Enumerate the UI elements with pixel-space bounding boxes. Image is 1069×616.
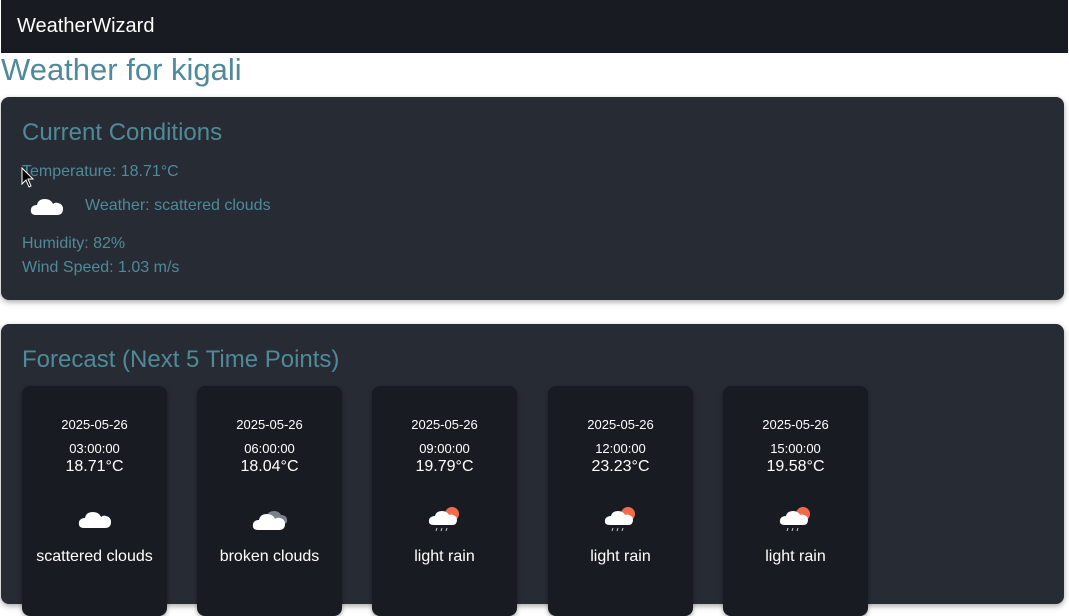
wind-speed-text: Wind Speed: 1.03 m/s (22, 259, 180, 276)
cloud-icon (78, 512, 111, 528)
page-title: Weather for kigali (1, 52, 242, 87)
rain-sun-icon (779, 507, 810, 532)
navbar: WeatherWizard (1, 0, 1068, 53)
forecast-desc: light rain (765, 548, 826, 565)
humidity-text: Humidity: 82% (22, 235, 126, 252)
forecast-temp: 19.58°C (766, 458, 825, 475)
forecast-date: 2025-05-26 03:00:00 (61, 417, 128, 456)
rain-sun-icon (604, 507, 635, 532)
forecast-card: Forecast (Next 5 Time Points) 2025-05-26… (1, 324, 1064, 616)
forecast-temp: 19.79°C (415, 458, 474, 475)
forecast-desc: broken clouds (219, 548, 320, 565)
forecast-title: Forecast (Next 5 Time Points) (22, 346, 340, 373)
weather-text: Weather: scattered clouds (85, 197, 271, 214)
forecast-temp: 18.71°C (65, 458, 124, 475)
temperature-text: Temperature: 18.71°C (22, 163, 179, 180)
cloud-icon (30, 199, 63, 215)
forecast-date: 2025-05-26 15:00:00 (762, 417, 829, 456)
forecast-desc: light rain (590, 548, 651, 565)
current-conditions-title: Current Conditions (22, 119, 223, 146)
forecast-desc: scattered clouds (36, 548, 153, 565)
rain-sun-icon (428, 507, 459, 532)
forecast-date: 2025-05-26 06:00:00 (236, 417, 303, 456)
forecast-temp: 18.04°C (240, 458, 299, 475)
broken-clouds-icon (252, 511, 287, 530)
current-conditions-card: Current Conditions Temperature: 18.71°C … (1, 97, 1064, 300)
brand-link[interactable]: WeatherWizard (17, 15, 154, 38)
forecast-date: 2025-05-26 09:00:00 (411, 417, 478, 456)
forecast-temp: 23.23°C (591, 458, 650, 475)
forecast-desc: light rain (414, 548, 475, 565)
mouse-cursor-icon (21, 167, 35, 188)
forecast-date: 2025-05-26 12:00:00 (587, 417, 654, 456)
